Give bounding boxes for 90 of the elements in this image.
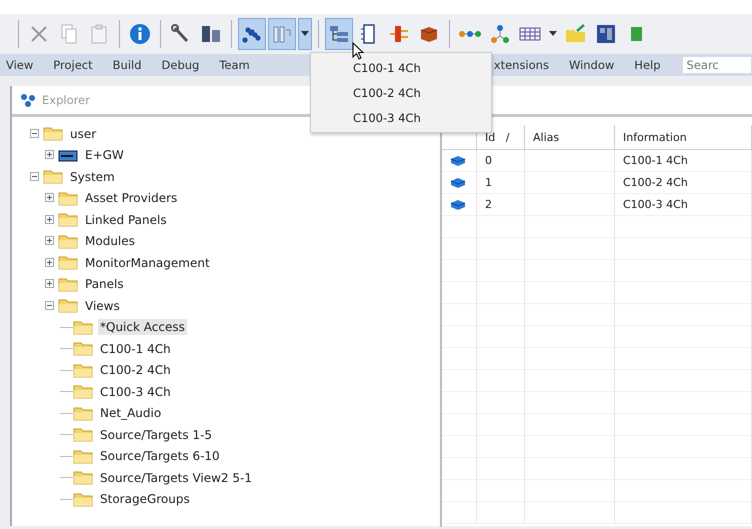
tree-item[interactable]: Source/Targets 6-10 — [98, 448, 222, 464]
folder-icon — [73, 384, 93, 400]
table-cell: C100-3 4Ch — [615, 194, 752, 215]
device-icon — [200, 24, 222, 44]
tree-item[interactable]: C100-1 4Ch — [98, 340, 173, 357]
folder-icon — [58, 212, 78, 228]
copy-icon — [60, 24, 78, 44]
collapse-icon[interactable] — [45, 300, 55, 311]
expand-icon[interactable] — [45, 279, 55, 290]
tree-icon — [329, 24, 349, 44]
menu-item[interactable]: Debug — [152, 58, 210, 72]
cube-icon — [450, 176, 466, 188]
folder-icon — [565, 24, 587, 44]
folder-icon — [73, 362, 93, 378]
menu-item[interactable]: C100-1 4Ch — [311, 55, 491, 80]
folder-icon — [73, 320, 93, 335]
folder-icon — [73, 470, 93, 486]
menu-item[interactable]: Help — [624, 58, 671, 72]
menu-item[interactable]: Window — [558, 58, 624, 72]
tree-item[interactable]: System — [68, 168, 117, 185]
tree-item[interactable]: Net_Audio — [98, 405, 164, 422]
table-cell: 0 — [477, 150, 525, 171]
folder-icon — [58, 298, 78, 314]
tree-item[interactable]: Panels — [83, 276, 126, 292]
column-header[interactable]: Information — [615, 125, 752, 149]
folder-icon — [58, 276, 78, 292]
tree-item[interactable]: Linked Panels — [83, 212, 169, 228]
tree-item[interactable]: *Quick Access — [98, 319, 187, 336]
menu-item[interactable]: Team — [209, 58, 260, 72]
table-cell: 1 — [477, 172, 525, 193]
cube-icon — [450, 198, 466, 210]
menu-item[interactable]: Project — [43, 58, 103, 72]
plug-icon — [389, 24, 409, 44]
cube-icon — [450, 154, 466, 166]
folder-icon — [58, 255, 78, 270]
document-icon — [360, 24, 378, 44]
toolbar-button[interactable] — [238, 18, 266, 50]
panel-icon — [596, 24, 616, 44]
panel-title: Explorer — [42, 93, 90, 107]
folder-icon — [73, 427, 93, 442]
collapse-icon[interactable] — [30, 172, 40, 182]
folder-icon — [73, 448, 93, 464]
grid-icon — [519, 26, 541, 42]
folder-icon — [73, 492, 93, 507]
tree-item[interactable]: Asset Providers — [83, 190, 180, 206]
dropdown-arrow-button[interactable] — [298, 18, 312, 50]
menu-item[interactable]: View — [0, 58, 44, 72]
table-cell: 2 — [477, 194, 525, 215]
folder-icon — [58, 190, 78, 206]
folder-icon — [73, 341, 93, 356]
column-header[interactable]: Alias — [525, 125, 615, 149]
expand-icon[interactable] — [45, 150, 55, 160]
folder-icon — [58, 234, 78, 249]
tree-item[interactable]: Views — [83, 298, 122, 314]
tree-item[interactable]: user — [68, 126, 98, 142]
dots-icon — [20, 93, 36, 107]
folder-icon — [43, 126, 63, 142]
square-icon — [630, 24, 642, 44]
tree-item[interactable]: StorageGroups — [98, 491, 192, 508]
device-icon — [58, 148, 78, 163]
tree-item[interactable]: Source/Targets 1-5 — [98, 426, 214, 443]
folder-icon — [73, 406, 93, 421]
tree-item[interactable]: C100-2 4Ch — [98, 362, 173, 378]
hierarchy-icon — [489, 24, 511, 44]
table-cell: C100-2 4Ch — [615, 172, 752, 193]
expand-icon[interactable] — [45, 258, 55, 268]
expand-icon[interactable] — [45, 193, 55, 204]
tree-item[interactable]: Modules — [83, 233, 137, 250]
tree-item[interactable]: MonitorManagement — [83, 254, 212, 271]
tree-item[interactable]: C100-3 4Ch — [98, 384, 173, 400]
folder-icon — [43, 169, 63, 184]
close-icon — [29, 24, 49, 44]
box-icon — [419, 24, 439, 44]
expand-icon[interactable] — [45, 236, 55, 246]
info-icon — [129, 23, 151, 45]
menu-item[interactable]: Build — [102, 58, 152, 72]
tree-item[interactable]: Source/Targets View2 5-1 — [98, 470, 254, 486]
search-field[interactable]: Searc — [682, 57, 751, 73]
expand-icon[interactable] — [45, 214, 55, 225]
caret-icon — [549, 31, 557, 37]
collapse-icon[interactable] — [30, 128, 40, 139]
cursor-icon — [352, 42, 364, 60]
clipboard-icon — [91, 24, 107, 44]
table-cell: C100-1 4Ch — [615, 150, 752, 171]
caret-icon — [301, 31, 309, 37]
toolbar-button[interactable] — [325, 18, 353, 50]
wrench-icon — [171, 24, 191, 44]
columns-icon — [272, 24, 292, 44]
menu-item[interactable]: C100-2 4Ch — [311, 80, 491, 105]
tree-item[interactable]: E+GW — [83, 147, 126, 164]
